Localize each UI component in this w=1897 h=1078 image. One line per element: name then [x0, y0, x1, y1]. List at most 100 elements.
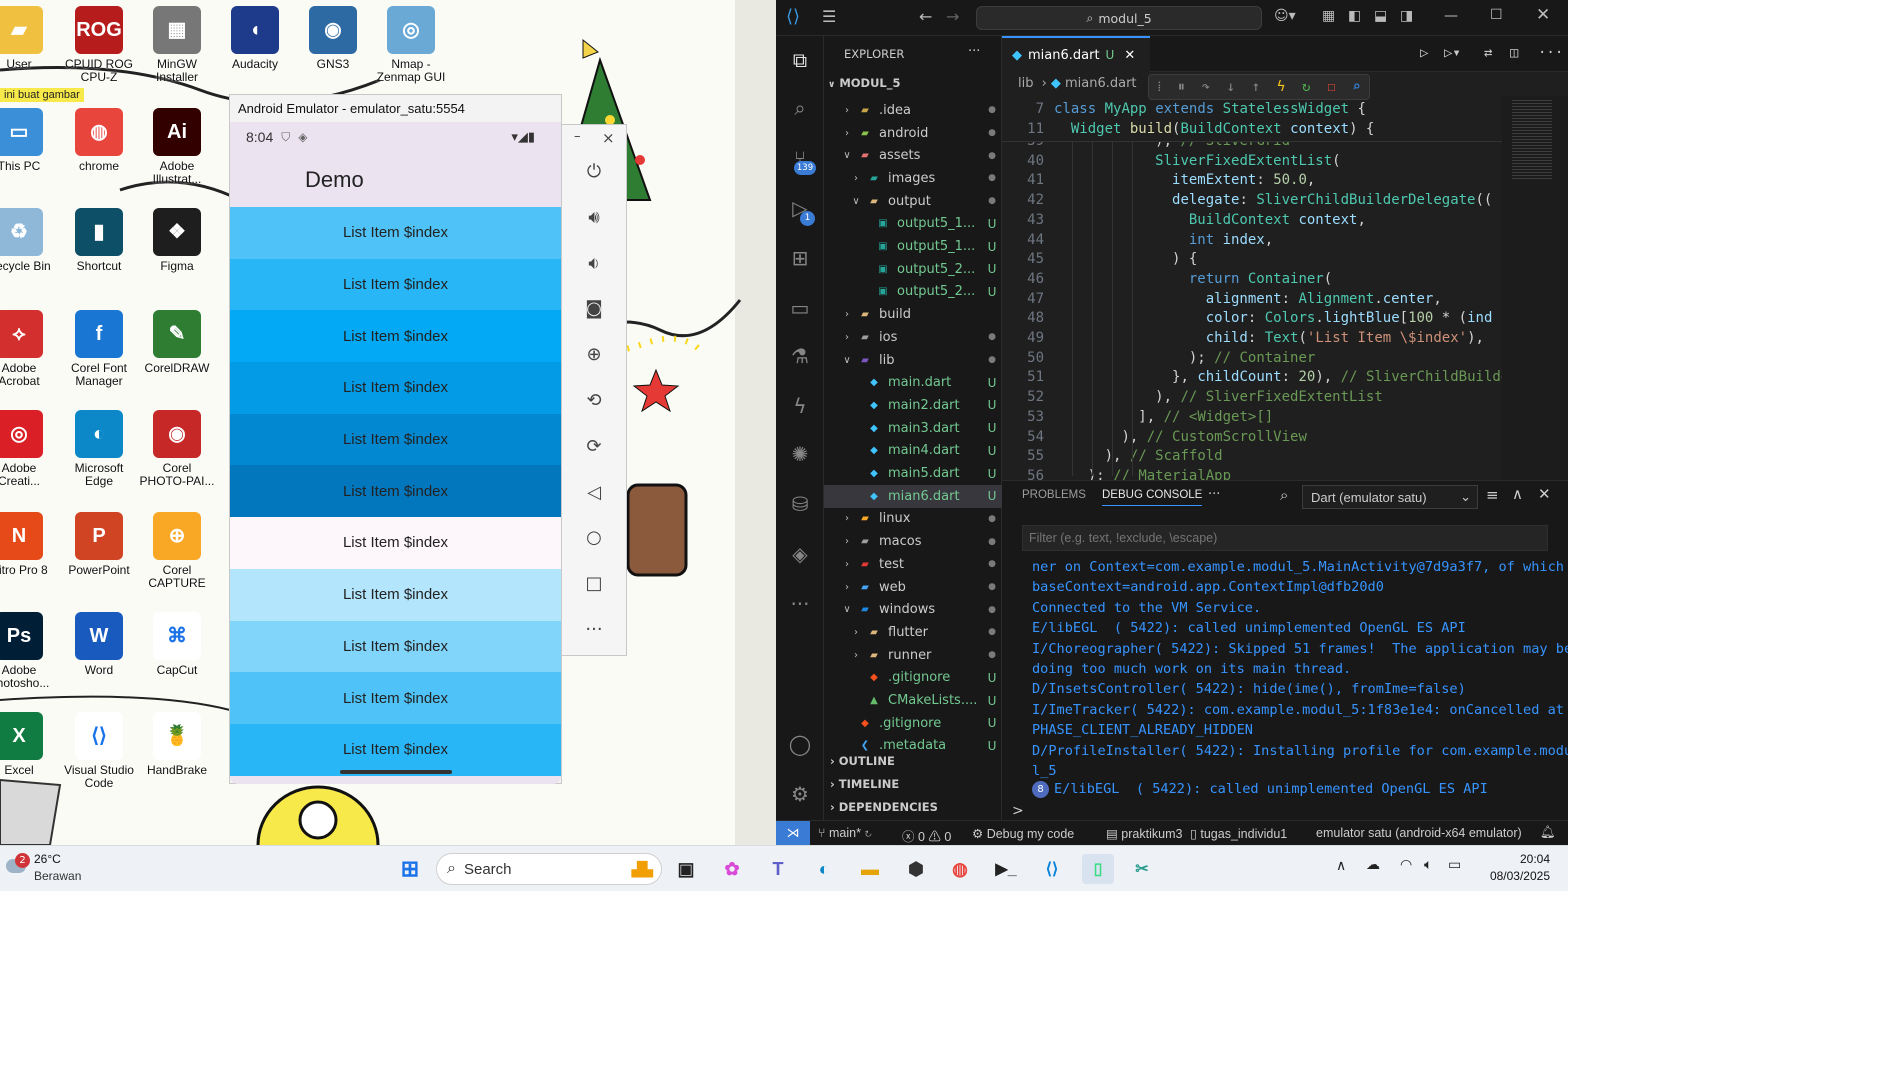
- tree-item[interactable]: ▣ output5_1... U: [824, 235, 1002, 258]
- task-view-icon[interactable]: ▣: [670, 854, 702, 884]
- tree-item[interactable]: ◆ .gitignore U: [824, 712, 1002, 735]
- tree-item[interactable]: ∨ ▰ assets ●: [824, 144, 1002, 167]
- desktop-icon[interactable]: ⟨⟩ Visual Studio Code: [60, 712, 138, 790]
- tree-item[interactable]: › ▰ web ●: [824, 576, 1002, 599]
- list-item[interactable]: List Item $index: [230, 362, 561, 414]
- power-icon[interactable]: ⏻: [562, 161, 626, 182]
- flutter-icon[interactable]: ϟ: [776, 394, 824, 418]
- desktop-icon[interactable]: ▮ Shortcut: [60, 208, 138, 273]
- clock-date[interactable]: 08/03/2025: [1474, 869, 1550, 883]
- desktop-icon[interactable]: Ai Adobe Illustrat...: [138, 108, 216, 186]
- desktop-icon[interactable]: Ps Adobe Photosho...: [0, 612, 58, 690]
- list-item[interactable]: List Item $index: [230, 620, 561, 673]
- code-line[interactable]: 43 BuildContext context,: [1002, 211, 1502, 231]
- device-status[interactable]: emulator satu (android-x64 emulator): [1316, 826, 1522, 840]
- clear-console-icon[interactable]: ≡: [1486, 486, 1499, 504]
- desktop-icon[interactable]: ✎ CorelDRAW: [138, 310, 216, 375]
- search-icon[interactable]: ⌕: [1280, 486, 1288, 504]
- tree-item[interactable]: › ▰ .idea ●: [824, 99, 1002, 122]
- clock-time[interactable]: 20:04: [1484, 852, 1550, 866]
- desktop-icon[interactable]: ◖ Audacity: [216, 6, 294, 71]
- code-line[interactable]: 49 child: Text('List Item \$index'),: [1002, 329, 1502, 349]
- tree-item[interactable]: › ▰ runner ●: [824, 644, 1002, 667]
- database-icon[interactable]: ⛁: [776, 492, 824, 516]
- desktop-icon[interactable]: ◉ Corel PHOTO-PAI...: [138, 410, 216, 488]
- editor-tab[interactable]: ◆ mian6.dart U ✕: [1002, 36, 1150, 72]
- list-item[interactable]: List Item $index: [230, 568, 561, 621]
- tree-item[interactable]: › ▰ ios ●: [824, 326, 1002, 349]
- explorer-more-icon[interactable]: ···: [968, 44, 980, 59]
- minimize-button[interactable]: –: [574, 129, 581, 144]
- tray-overflow-icon[interactable]: ∧: [1336, 858, 1346, 874]
- pause-icon[interactable]: ⏸: [1178, 79, 1185, 95]
- desktop-icon[interactable]: ▭ This PC: [0, 108, 58, 173]
- toggle-sidebar-icon[interactable]: ◧: [1348, 8, 1361, 24]
- desktop-icon[interactable]: ⊕ Corel CAPTURE: [138, 512, 216, 590]
- tree-item[interactable]: ◆ main2.dart U: [824, 394, 1002, 417]
- desktop-icon[interactable]: ⟡ Adobe Acrobat: [0, 310, 58, 388]
- section-outline[interactable]: › OUTLINE: [830, 754, 895, 768]
- desktop-icon[interactable]: P PowerPoint: [60, 512, 138, 577]
- toggle-panel-icon[interactable]: ⬓: [1374, 8, 1387, 24]
- remote-explorer-icon[interactable]: ▭: [776, 296, 824, 320]
- praktikum-status[interactable]: ▤ praktikum3: [1106, 826, 1182, 841]
- more-views-icon[interactable]: ···: [776, 592, 824, 616]
- toggle-secondary-icon[interactable]: ◨: [1400, 8, 1413, 24]
- explorer-icon[interactable]: ⧉: [776, 48, 824, 72]
- code-line[interactable]: 42 delegate: SliverChildBuilderDelegate(…: [1002, 191, 1502, 211]
- back-arrow-icon[interactable]: ←: [919, 7, 932, 26]
- menu-icon[interactable]: ☰: [822, 7, 836, 26]
- list-item[interactable]: List Item $index: [230, 465, 561, 518]
- layout-icon[interactable]: ▦: [1322, 8, 1335, 24]
- desktop-icon[interactable]: ⌘ CapCut: [138, 612, 216, 677]
- step-out-icon[interactable]: ↑: [1252, 79, 1260, 95]
- weather-icon[interactable]: 2: [6, 853, 30, 877]
- list-item[interactable]: List Item $index: [230, 672, 561, 724]
- step-over-icon[interactable]: ↷: [1202, 79, 1210, 95]
- overview-icon[interactable]: □: [562, 573, 626, 594]
- virtualbox-icon[interactable]: ⬢: [900, 854, 932, 884]
- android-emulator-taskbar-icon[interactable]: ▯: [1082, 854, 1114, 884]
- breadcrumb-lib[interactable]: lib: [1018, 76, 1033, 91]
- desktop-icon[interactable]: ◍ chrome: [60, 108, 138, 173]
- hot-reload-icon[interactable]: ϟ: [1277, 79, 1285, 95]
- list-item[interactable]: List Item $index: [230, 517, 561, 569]
- copilot-icon[interactable]: ☺▾: [1274, 8, 1296, 24]
- tree-item[interactable]: › ▰ test ●: [824, 553, 1002, 576]
- desktop-icon[interactable]: ▰ User: [0, 6, 58, 71]
- desktop-icon[interactable]: f Corel Font Manager: [60, 310, 138, 388]
- code-line[interactable]: 41 itemExtent: 50.0,: [1002, 171, 1502, 191]
- account-icon[interactable]: ◯: [776, 732, 824, 756]
- tree-item[interactable]: ◆ main4.dart U: [824, 440, 1002, 463]
- vscode-taskbar-icon[interactable]: ⟨⟩: [1036, 854, 1068, 884]
- desktop-icon[interactable]: X Excel: [0, 712, 58, 777]
- tree-item[interactable]: ∨ ▰ output ●: [824, 190, 1002, 213]
- desktop-icon[interactable]: 🍍 HandBrake: [138, 712, 216, 777]
- tree-item[interactable]: › ▰ linux ●: [824, 508, 1002, 531]
- tree-item[interactable]: ◆ main5.dart U: [824, 462, 1002, 485]
- list-item[interactable]: List Item $index: [230, 310, 561, 363]
- tree-item[interactable]: ▣ output5_2... U: [824, 258, 1002, 281]
- tugas-status[interactable]: ▯ tugas_individu1: [1190, 826, 1287, 841]
- run-icon[interactable]: ▷: [1420, 45, 1428, 61]
- workspace-root[interactable]: ∨ MODUL_5: [828, 76, 901, 90]
- code-line[interactable]: 50 ); // Container: [1002, 349, 1502, 369]
- code-line[interactable]: 55 ), // Scaffold: [1002, 447, 1502, 467]
- remote-icon[interactable]: ⋊: [776, 821, 810, 845]
- code-line[interactable]: 48 color: Colors.lightBlue[100 * (ind: [1002, 309, 1502, 329]
- back-icon[interactable]: ◁: [562, 482, 626, 503]
- tab-debug-console[interactable]: DEBUG CONSOLE: [1102, 489, 1203, 506]
- forward-arrow-icon[interactable]: →: [946, 7, 959, 26]
- tree-item[interactable]: › ▰ images ●: [824, 167, 1002, 190]
- tree-item[interactable]: ▣ output5_1... U: [824, 213, 1002, 236]
- settings-gear-icon[interactable]: ⚙: [776, 782, 824, 806]
- stop-icon[interactable]: ☐: [1327, 79, 1335, 95]
- tree-item[interactable]: ∨ ▰ lib ●: [824, 349, 1002, 372]
- notification-bell-icon[interactable]: 🔔︎: [1540, 825, 1556, 840]
- window-minimize-icon[interactable]: —: [1444, 8, 1458, 24]
- extensions-icon[interactable]: ⊞: [776, 246, 824, 270]
- console-prompt[interactable]: >: [1012, 803, 1024, 819]
- chrome-taskbar-icon[interactable]: ◍: [944, 854, 976, 884]
- step-into-icon[interactable]: ↓: [1227, 79, 1235, 95]
- desktop-icon[interactable]: ❖ Figma: [138, 208, 216, 273]
